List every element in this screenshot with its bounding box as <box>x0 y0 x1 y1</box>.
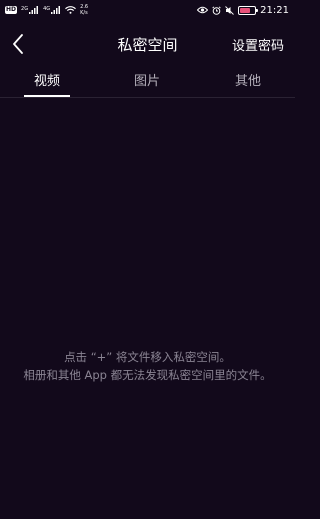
mute-icon <box>225 5 234 15</box>
empty-state-line-2: 相册和其他 App 都无法发现私密空间里的文件。 <box>23 368 272 382</box>
tab-bar: 视频 图片 其他 <box>0 64 295 98</box>
battery-icon <box>238 5 259 15</box>
sim1-signal: 2G <box>21 6 39 14</box>
alarm-icon <box>212 5 221 15</box>
tab-other[interactable]: 其他 <box>208 70 288 89</box>
title-bar: 私密空间 设置密码 <box>0 26 295 62</box>
status-bar: HD 2G 4G 2.6 K/s 21:21 <box>0 0 295 20</box>
private-space-screen: HD 2G 4G 2.6 K/s 21:21 私密空间 设置密码 视频 图片 其… <box>0 0 295 519</box>
sim1-network-tag: 2G <box>21 6 29 12</box>
eye-icon <box>197 6 209 14</box>
sim2-network-tag: 4G <box>43 6 51 12</box>
signal-icon <box>29 6 39 14</box>
status-bar-right: 21:21 <box>197 5 289 16</box>
network-speed-unit: K/s <box>80 10 88 16</box>
sim2-signal: 4G <box>43 6 61 14</box>
set-password-button[interactable]: 设置密码 <box>232 35 284 54</box>
empty-state-line-1: 点击 “+” 将文件移入私密空间。 <box>64 350 231 364</box>
chevron-left-icon <box>13 34 23 54</box>
network-speed: 2.6 K/s <box>80 4 88 16</box>
wifi-icon <box>65 6 77 14</box>
hd-icon: HD <box>5 6 18 14</box>
tab-images[interactable]: 图片 <box>107 70 187 89</box>
clock-time: 21:21 <box>260 4 289 16</box>
tab-videos[interactable]: 视频 <box>7 70 87 89</box>
back-button[interactable] <box>6 30 30 58</box>
signal-icon <box>51 6 61 14</box>
tab-divider <box>0 97 295 98</box>
empty-state-message: 点击 “+” 将文件移入私密空间。 相册和其他 App 都无法发现私密空间里的文… <box>0 348 295 384</box>
battery-level <box>240 7 250 13</box>
status-bar-left: HD 2G 4G 2.6 K/s <box>5 4 88 16</box>
